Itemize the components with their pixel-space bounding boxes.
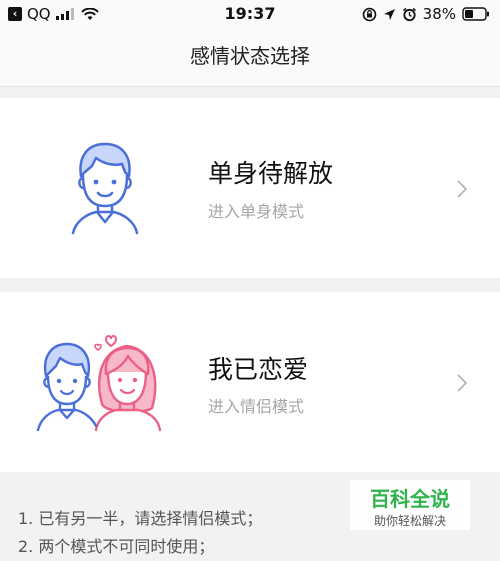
option-subtitle: 进入单身模式 [208, 202, 305, 221]
couple-avatar-icon [36, 335, 162, 432]
mode-notes: 1. 已有另一半，请选择情侣模式； 2. 两个模式不可同时使用； [18, 505, 262, 561]
option-title: 我已恋爱 [208, 355, 309, 384]
alarm-icon [402, 7, 416, 21]
watermark-sub-text: 助你轻松解决 [373, 514, 446, 528]
location-icon [383, 8, 395, 20]
page-title: 感情状态选择 [190, 44, 310, 68]
battery-icon [462, 7, 489, 21]
chevron-right-icon [457, 180, 467, 198]
note-item: 2. 两个模式不可同时使用； [18, 537, 215, 556]
couple-mode-option[interactable]: 我已恋爱 进入情侣模式 [0, 292, 500, 472]
single-mode-option[interactable]: 单身待解放 进入单身模式 [0, 98, 500, 278]
nav-bar: 感情状态选择 [0, 28, 500, 87]
single-person-avatar-icon [71, 142, 139, 235]
battery-percent: 38% [422, 5, 456, 23]
status-right: 38% [362, 5, 490, 23]
note-item: 1. 已有另一半，请选择情侣模式； [18, 509, 263, 528]
orientation-lock-icon [362, 7, 376, 21]
chevron-right-icon [457, 374, 467, 392]
option-title: 单身待解放 [208, 159, 334, 188]
status-bar: ‹ QQ 19:37 38% [0, 0, 500, 28]
option-subtitle: 进入情侣模式 [208, 397, 305, 416]
watermark-logo: 百科全说 助你轻松解决 [350, 480, 470, 530]
watermark-main-text: 百科全说 [370, 487, 450, 511]
